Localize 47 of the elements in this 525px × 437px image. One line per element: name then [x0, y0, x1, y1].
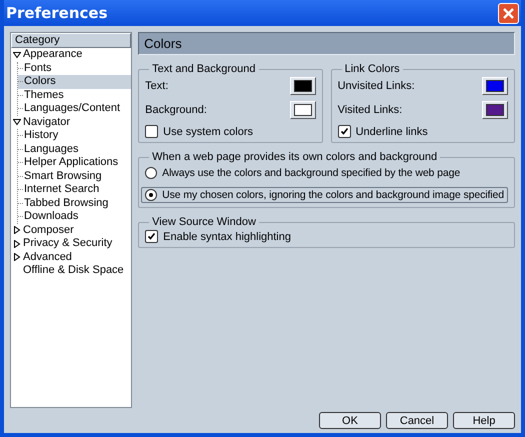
group-label: View Source Window [151, 216, 257, 228]
tree-item[interactable]: Languages [18, 142, 132, 156]
checkbox[interactable] [145, 125, 158, 138]
color-picker-button[interactable] [290, 77, 316, 95]
tree-item[interactable]: Smart Browsing [18, 170, 132, 183]
tree-item[interactable]: Fonts [18, 62, 132, 75]
checkbox-label: Enable syntax highlighting [163, 230, 291, 242]
tree-item[interactable]: Appearance [11, 48, 132, 62]
dialog-button[interactable]: Help [453, 412, 515, 429]
dialog-button[interactable]: OK [319, 412, 381, 429]
checkbox-label: Underline links [356, 126, 428, 138]
tree-item[interactable]: Privacy & Security [11, 237, 132, 250]
checkbox[interactable] [338, 125, 351, 138]
close-button[interactable] [498, 2, 519, 24]
field-label: Background: [145, 104, 207, 116]
dialog-button[interactable]: Cancel [386, 412, 448, 429]
radio-option[interactable]: Always use the colors and background specified by the web page [141, 165, 508, 181]
radio-option[interactable]: Use my chosen colors, ignoring the colors and background image specified [141, 187, 508, 203]
group-label: Link Colors [344, 63, 401, 75]
color-picker-button[interactable] [482, 101, 508, 119]
color-picker-button[interactable] [482, 77, 508, 95]
tree-item[interactable]: Internet Search [18, 183, 132, 196]
checkbox[interactable] [145, 230, 158, 243]
tree-item[interactable]: Tabbed Browsing [18, 196, 132, 210]
tree-item[interactable]: Advanced [11, 250, 132, 264]
field-label: Unvisited Links: [338, 80, 415, 92]
color-picker-button[interactable] [290, 101, 316, 119]
tree-item[interactable]: History [18, 129, 132, 142]
field-label: Visited Links: [338, 104, 402, 116]
checkbox-label: Use system colors [163, 126, 254, 138]
tree-item[interactable]: Helper Applications [18, 156, 132, 170]
tree-item[interactable]: Offline & Disk Space [11, 264, 132, 278]
collapse-triangle-icon[interactable] [13, 118, 21, 126]
tree-item[interactable]: Downloads [18, 210, 132, 224]
field-label: Text: [145, 80, 168, 92]
tree-item[interactable]: Languages/Content [18, 102, 132, 116]
collapse-triangle-icon[interactable] [13, 50, 21, 59]
tree-item[interactable]: Themes [18, 88, 132, 102]
column-header: Category [11, 33, 132, 48]
group-label: Text and Background [151, 63, 257, 75]
tree-item[interactable]: Colors [18, 75, 132, 88]
close-icon [502, 6, 515, 20]
window-title: Preferences [6, 4, 108, 22]
tree-item[interactable]: Navigator [11, 116, 132, 129]
group-label: When a web page provides its own colors and background [151, 151, 438, 163]
tree-item[interactable]: Composer [11, 224, 132, 237]
panel-header: Colors [138, 32, 515, 55]
